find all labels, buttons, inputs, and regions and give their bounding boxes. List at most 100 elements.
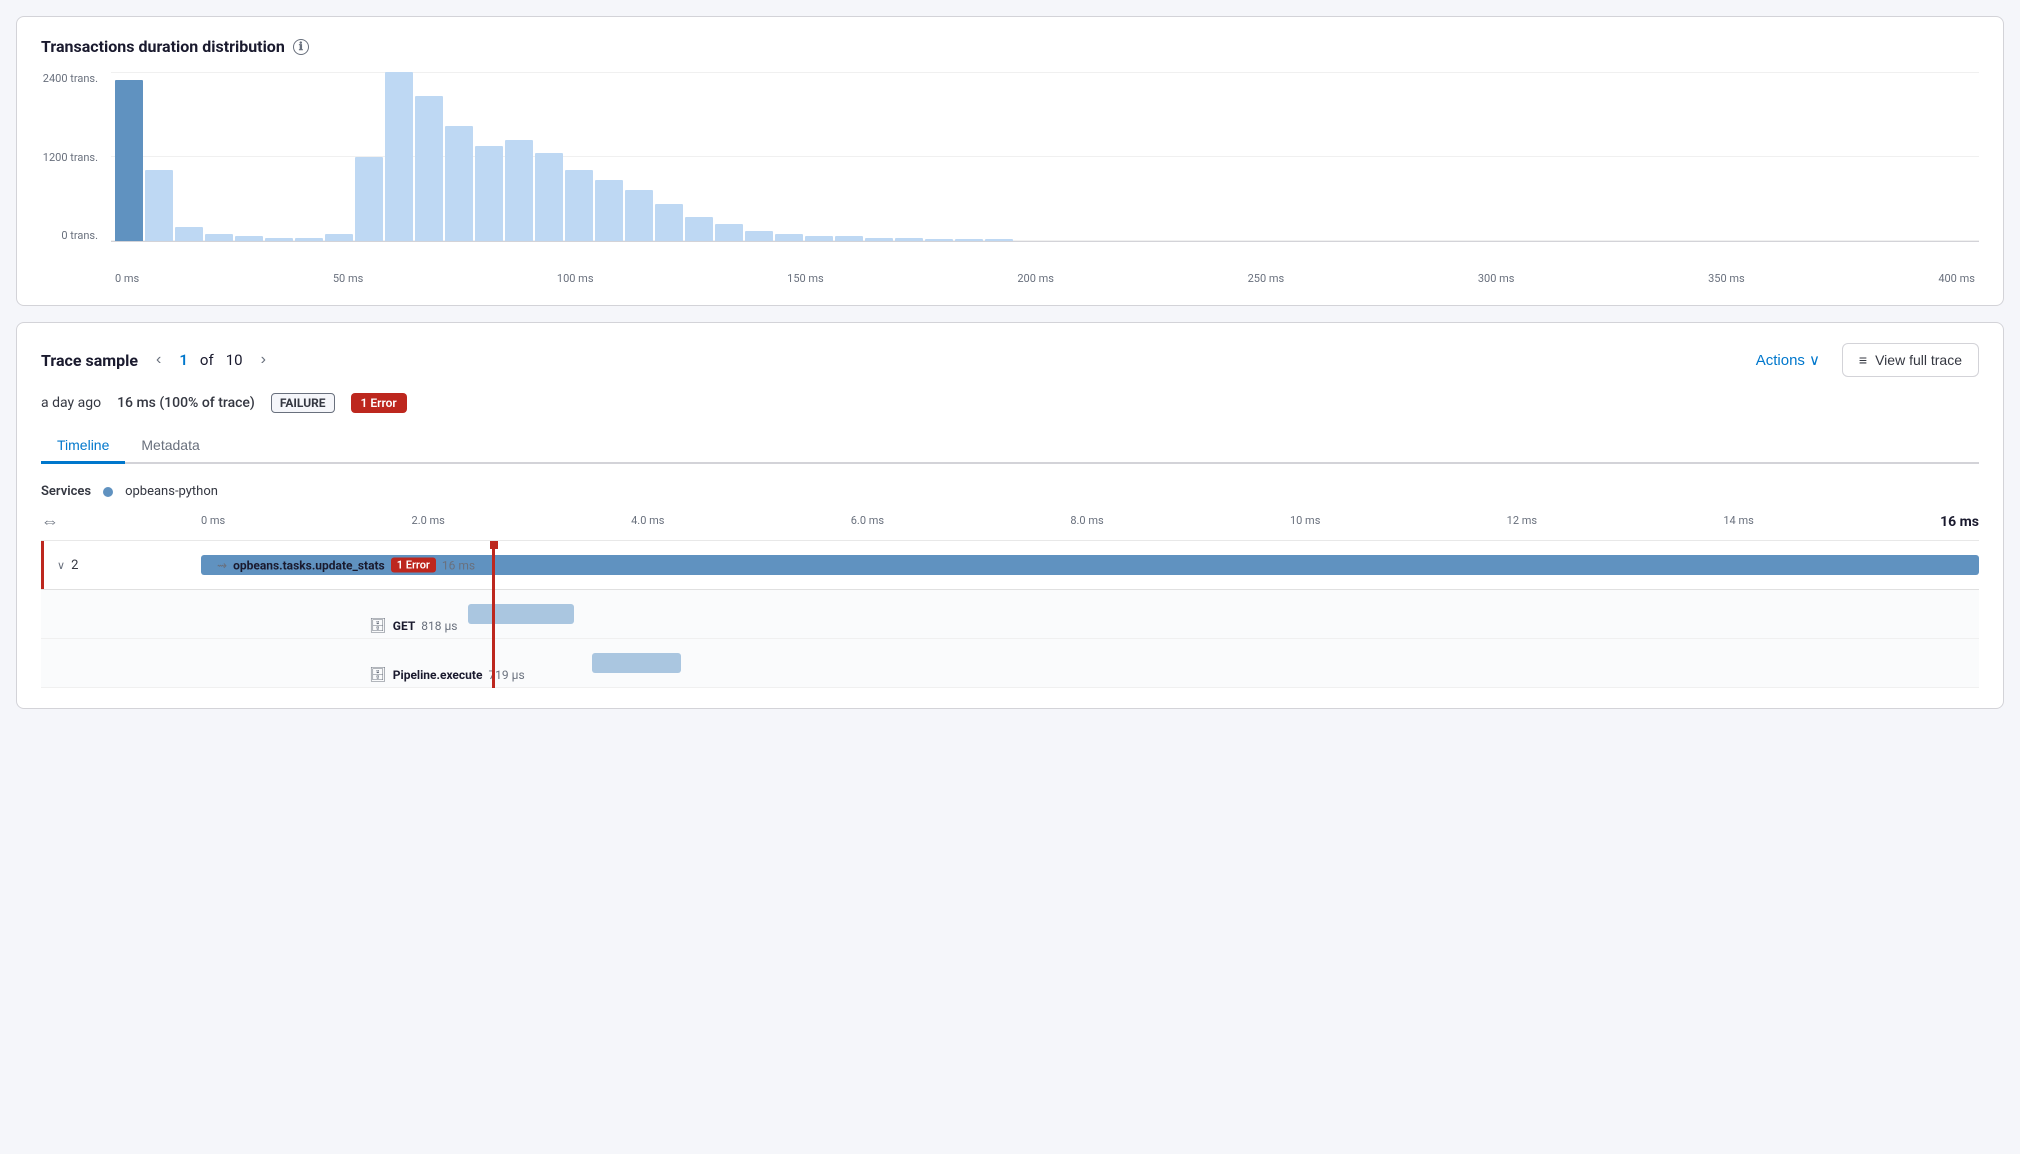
y-axis: 2400 trans. 1200 trans. 0 trans. — [41, 72, 106, 242]
x-axis-label: 50 ms — [333, 272, 363, 285]
timeline-tick: 6.0 ms — [851, 514, 884, 530]
chart-bar[interactable] — [595, 180, 623, 241]
view-trace-label: View full trace — [1875, 352, 1962, 368]
timeline-tick: 4.0 ms — [631, 514, 664, 530]
chart-bar[interactable] — [145, 170, 173, 241]
x-axis-label: 0 ms — [115, 272, 139, 285]
actions-chevron-icon: ∨ — [1809, 351, 1820, 369]
tab-metadata[interactable]: Metadata — [125, 429, 215, 464]
view-full-trace-button[interactable]: ≡ View full trace — [1842, 343, 1979, 377]
timeline-left-col: ⇔ — [41, 511, 201, 532]
chart-bar[interactable] — [655, 204, 683, 241]
current-page: 1 — [179, 351, 188, 369]
chart-bar[interactable] — [265, 238, 293, 241]
chart-bar[interactable] — [985, 239, 1013, 241]
chart-bar[interactable] — [805, 236, 833, 241]
x-axis-label: 100 ms — [557, 272, 594, 285]
y-label-mid: 1200 trans. — [43, 151, 98, 164]
timeline-tick: 10 ms — [1290, 514, 1320, 530]
chart-bar[interactable] — [835, 236, 863, 241]
timeline: ⇔ 0 ms2.0 ms4.0 ms6.0 ms8.0 ms10 ms12 ms… — [41, 511, 1979, 688]
chart-title-text: Transactions duration distribution — [41, 37, 285, 56]
trace-actions-group: Actions ∨ ≡ View full trace — [1746, 343, 1979, 377]
timeline-header: ⇔ 0 ms2.0 ms4.0 ms6.0 ms8.0 ms10 ms12 ms… — [41, 511, 1979, 541]
trace-row-bar: 🗄 Pipeline.execute 719 µs — [201, 639, 1979, 687]
db-icon: 🗄 — [369, 667, 387, 683]
trace-row-bar: 🗄 GET 818 µs — [201, 590, 1979, 638]
span-label: 🗄 Pipeline.execute 719 µs — [201, 667, 1979, 683]
timeline-tick: 0 ms — [201, 514, 225, 530]
error-indicator — [41, 541, 44, 589]
y-label-top: 2400 trans. — [43, 72, 98, 85]
trace-row: 🗄 Pipeline.execute 719 µs — [41, 639, 1979, 688]
chart-area: 2400 trans. 1200 trans. 0 trans. — [41, 72, 1979, 272]
trace-sample-panel: Trace sample ‹ 1 of 10 › Actions ∨ ≡ Vie… — [16, 322, 2004, 709]
span-label: 🗄 GET 818 µs — [201, 618, 1979, 634]
chart-bar[interactable] — [625, 190, 653, 241]
chart-bar[interactable] — [925, 239, 953, 241]
of-label: of — [200, 351, 214, 369]
chart-bar[interactable] — [685, 217, 713, 241]
chart-bar[interactable] — [415, 96, 443, 241]
actions-button[interactable]: Actions ∨ — [1746, 345, 1830, 375]
span-error-badge: 1 Error — [391, 558, 436, 573]
chart-bar[interactable] — [715, 224, 743, 241]
trace-row-left: ∨ 2 — [41, 558, 201, 573]
trace-title-group: Trace sample ‹ 1 of 10 › — [41, 349, 272, 371]
x-axis-label: 400 ms — [1938, 272, 1975, 285]
chart-bar[interactable] — [565, 170, 593, 241]
trace-row-bar: ⇝ opbeans.tasks.update_stats 1 Error 16 … — [201, 541, 1979, 589]
service-name: opbeans-python — [125, 484, 218, 499]
bars-wrapper — [111, 72, 1979, 241]
x-axis-label: 150 ms — [787, 272, 824, 285]
actions-label: Actions — [1756, 352, 1805, 369]
chart-bar[interactable] — [175, 227, 203, 241]
chart-bar[interactable] — [535, 153, 563, 241]
chart-title-row: Transactions duration distribution ℹ — [41, 37, 1979, 56]
total-pages: 10 — [226, 351, 243, 369]
failure-badge: FAILURE — [271, 393, 335, 413]
x-axis-label: 250 ms — [1248, 272, 1285, 285]
chart-bar[interactable] — [325, 234, 353, 241]
chart-bar[interactable] — [205, 234, 233, 241]
chart-bar[interactable] — [385, 72, 413, 241]
chart-bar[interactable] — [505, 140, 533, 241]
timeline-tick: 14 ms — [1723, 514, 1753, 530]
trace-row: ∨ 2 ⇝ opbeans.tasks.update_stats 1 Error… — [41, 541, 1979, 590]
chart-bar[interactable] — [295, 238, 323, 241]
chart-bar[interactable] — [955, 239, 983, 241]
trace-meta: a day ago 16 ms (100% of trace) FAILURE … — [41, 393, 1979, 413]
timeline-scale-icon: ⇔ — [41, 511, 59, 532]
expand-icon[interactable]: ∨ — [57, 559, 65, 572]
chart-bar[interactable] — [355, 157, 383, 242]
x-axis-label: 300 ms — [1478, 272, 1515, 285]
span-duration: 818 µs — [421, 619, 457, 633]
span-duration: 16 ms — [442, 558, 475, 572]
distribution-chart-panel: Transactions duration distribution ℹ 240… — [16, 16, 2004, 306]
x-axis-label: 350 ms — [1708, 272, 1745, 285]
db-icon: 🗄 — [369, 618, 387, 634]
x-axis: 0 ms50 ms100 ms150 ms200 ms250 ms300 ms3… — [111, 272, 1979, 285]
chart-bar[interactable] — [115, 80, 143, 241]
tabs: Timeline Metadata — [41, 429, 1979, 464]
chart-bar[interactable] — [445, 126, 473, 241]
chart-info-icon[interactable]: ℹ — [293, 39, 309, 55]
trace-title: Trace sample — [41, 351, 138, 370]
error-marker-dot — [490, 541, 498, 549]
chart-bar[interactable] — [745, 231, 773, 241]
timeline-tick: 2.0 ms — [412, 514, 445, 530]
trace-row: 🗄 GET 818 µs — [41, 590, 1979, 639]
timeline-tick-end: 16 ms — [1940, 514, 1979, 530]
error-badge: 1 Error — [351, 393, 407, 413]
prev-page-button[interactable]: ‹ — [150, 349, 167, 371]
next-page-button[interactable]: › — [255, 349, 272, 371]
chart-bar[interactable] — [775, 234, 803, 241]
chart-bar[interactable] — [475, 146, 503, 241]
bars-area[interactable] — [111, 72, 1979, 242]
timeline-tick: 12 ms — [1507, 514, 1537, 530]
tab-timeline[interactable]: Timeline — [41, 429, 125, 464]
chart-bar[interactable] — [235, 236, 263, 241]
span-name: Pipeline.execute — [393, 668, 483, 682]
chart-bar[interactable] — [895, 238, 923, 241]
chart-bar[interactable] — [865, 238, 893, 241]
